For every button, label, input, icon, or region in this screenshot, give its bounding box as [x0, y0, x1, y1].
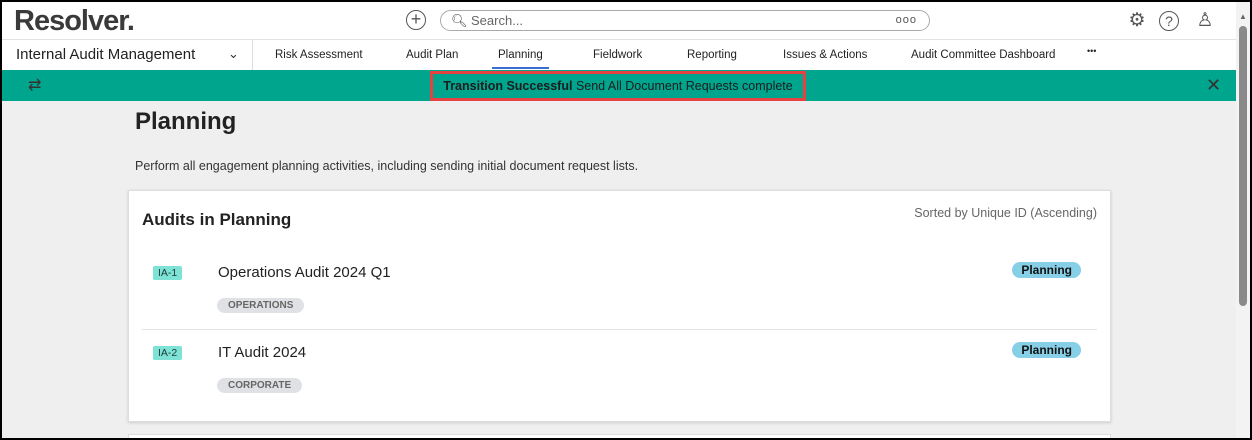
- card-title: Audits in Planning: [142, 210, 292, 229]
- category-tag: CORPORATE: [217, 378, 303, 393]
- search-placeholder: Search...: [471, 13, 524, 28]
- audits-card: Audits in Planning Sorted by Unique ID (…: [128, 190, 1111, 422]
- search-options-button[interactable]: ooo: [896, 11, 917, 30]
- gear-icon[interactable]: ⚙: [1126, 10, 1148, 32]
- tab-audit-plan[interactable]: Audit Plan: [406, 49, 458, 61]
- nav-bar: Internal Audit Management ⌄ Risk Assessm…: [2, 40, 1236, 70]
- id-badge: IA-2: [153, 346, 183, 360]
- scrollbar[interactable]: ▲: [1236, 2, 1250, 438]
- user-icon[interactable]: ♙: [1194, 10, 1216, 32]
- scrollbar-thumb[interactable]: [1239, 26, 1247, 306]
- tab-audit-committee-dashboard[interactable]: Audit Committee Dashboard: [911, 49, 1055, 61]
- audit-name[interactable]: Operations Audit 2024 Q1: [218, 264, 391, 281]
- resolver-logo[interactable]: Resolver.: [14, 5, 135, 38]
- page-title: Planning: [135, 108, 237, 135]
- next-card: [128, 434, 1111, 438]
- close-icon[interactable]: ✕: [1206, 75, 1221, 96]
- tab-planning[interactable]: Planning: [492, 49, 549, 69]
- scroll-up-icon[interactable]: ▲: [1239, 12, 1247, 21]
- tab-reporting[interactable]: Reporting: [687, 49, 737, 61]
- more-tabs-button[interactable]: •••: [1087, 46, 1096, 56]
- divider: [252, 40, 253, 70]
- sort-label[interactable]: Sorted by Unique ID (Ascending): [914, 206, 1097, 220]
- chevron-down-icon[interactable]: ⌄: [228, 46, 239, 62]
- tab-risk-assessment[interactable]: Risk Assessment: [275, 49, 363, 61]
- banner-text: Send All Document Requests complete: [572, 79, 793, 93]
- id-badge: IA-1: [153, 266, 183, 280]
- audit-name[interactable]: IT Audit 2024: [218, 344, 306, 361]
- tab-fieldwork[interactable]: Fieldwork: [593, 49, 642, 61]
- status-badge: Planning: [1012, 262, 1081, 278]
- search-icon: 🔍︎: [451, 13, 468, 28]
- category-tag: OPERATIONS: [217, 298, 305, 313]
- top-header: Resolver. + 🔍︎ Search... ooo ⚙ ? ♙: [2, 2, 1236, 40]
- list-item[interactable]: IA-2 IT Audit 2024 CORPORATE Planning: [142, 331, 1097, 409]
- tab-issues-actions[interactable]: Issues & Actions: [783, 49, 867, 61]
- banner-title: Transition Successful: [443, 79, 573, 93]
- help-icon[interactable]: ?: [1159, 11, 1179, 31]
- search-input[interactable]: 🔍︎ Search... ooo: [440, 10, 930, 31]
- app-selector[interactable]: Internal Audit Management: [16, 46, 195, 63]
- page-description: Perform all engagement planning activiti…: [135, 159, 639, 173]
- add-icon[interactable]: +: [406, 10, 426, 30]
- swap-icon[interactable]: ⇄: [28, 75, 41, 95]
- list-item[interactable]: IA-1 Operations Audit 2024 Q1 OPERATIONS…: [142, 251, 1097, 330]
- success-banner: ⇄ Transition Successful Send All Documen…: [2, 70, 1236, 101]
- app-window: Resolver. + 🔍︎ Search... ooo ⚙ ? ♙ Inter…: [2, 2, 1250, 438]
- status-badge: Planning: [1012, 342, 1081, 358]
- banner-message: Transition Successful Send All Document …: [430, 71, 806, 101]
